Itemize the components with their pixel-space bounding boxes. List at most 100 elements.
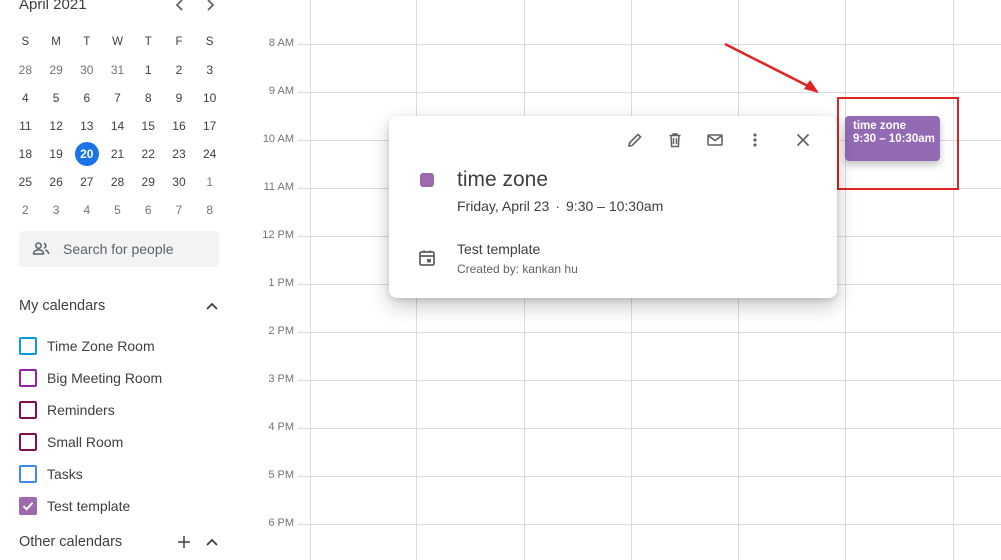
day-cell[interactable]: 29 bbox=[41, 58, 72, 82]
calendar-checkbox[interactable] bbox=[19, 337, 37, 355]
day-cell[interactable]: 2 bbox=[164, 58, 195, 82]
calendar-item[interactable]: Time Zone Room bbox=[19, 330, 229, 362]
calendar-item[interactable]: Reminders bbox=[19, 394, 229, 426]
day-cell[interactable]: 5 bbox=[41, 86, 72, 110]
day-cell[interactable]: 8 bbox=[194, 198, 225, 222]
calendar-checkbox[interactable] bbox=[19, 497, 37, 515]
more-options-button[interactable] bbox=[735, 128, 775, 152]
day-cell[interactable]: 24 bbox=[194, 142, 225, 166]
day-cell[interactable]: 18 bbox=[10, 142, 41, 166]
day-cell[interactable]: 15 bbox=[133, 114, 164, 138]
day-cell[interactable]: 22 bbox=[133, 142, 164, 166]
calendar-item[interactable]: Tasks bbox=[19, 458, 229, 490]
calendar-name: Test template bbox=[47, 498, 131, 514]
hour-gridline bbox=[298, 476, 1001, 477]
chevron-left-icon bbox=[175, 0, 183, 11]
day-cell[interactable]: 28 bbox=[10, 58, 41, 82]
search-people-input[interactable]: Search for people bbox=[19, 231, 219, 267]
day-cell[interactable]: 30 bbox=[164, 170, 195, 194]
sidebar: April 2021 S M T W T F S 28 29 30 31 1 2 3 4 5 6 7 8 9 10 11 1… bbox=[0, 0, 240, 560]
chevron-up-icon[interactable] bbox=[205, 299, 219, 313]
email-guests-button[interactable] bbox=[695, 128, 735, 152]
today-day-label: 20 bbox=[74, 142, 99, 166]
day-cell[interactable]: 6 bbox=[71, 86, 102, 110]
my-calendars-header[interactable]: My calendars bbox=[19, 294, 219, 318]
day-cell[interactable]: 9 bbox=[164, 86, 195, 110]
day-cell[interactable]: 29 bbox=[133, 170, 164, 194]
day-cell[interactable]: 19 bbox=[41, 142, 72, 166]
other-calendars-heading: Other calendars bbox=[19, 534, 123, 550]
day-cell[interactable]: 3 bbox=[41, 198, 72, 222]
calendar-item[interactable]: Test template bbox=[19, 490, 229, 522]
day-cell[interactable]: 17 bbox=[194, 114, 225, 138]
day-cell[interactable]: 10 bbox=[194, 86, 225, 110]
week-row: 11 12 13 14 15 16 17 bbox=[10, 112, 225, 140]
calendar-checkbox[interactable] bbox=[19, 369, 37, 387]
day-cell[interactable]: 1 bbox=[194, 170, 225, 194]
day-cell[interactable]: 12 bbox=[41, 114, 72, 138]
day-cell[interactable]: 31 bbox=[102, 58, 133, 82]
day-cell[interactable]: 6 bbox=[133, 198, 164, 222]
hour-gridline bbox=[298, 380, 1001, 381]
annotation-highlight-box bbox=[837, 97, 959, 190]
calendar-item[interactable]: Small Room bbox=[19, 426, 229, 458]
day-cell[interactable]: 4 bbox=[10, 86, 41, 110]
day-cell[interactable]: 21 bbox=[102, 142, 133, 166]
day-cell[interactable]: 28 bbox=[102, 170, 133, 194]
day-cell[interactable]: 27 bbox=[71, 170, 102, 194]
week-row: 25 26 27 28 29 30 1 bbox=[10, 168, 225, 196]
day-cell[interactable]: 7 bbox=[164, 198, 195, 222]
today-day-cell[interactable]: 20 bbox=[71, 142, 102, 166]
event-title: time zone bbox=[457, 168, 549, 191]
calendar-checkbox[interactable] bbox=[19, 465, 37, 483]
more-options-icon bbox=[753, 133, 757, 147]
weekday-header-row: SMTWTFS bbox=[10, 28, 225, 56]
chevron-up-icon[interactable] bbox=[205, 535, 219, 549]
hour-label: 11 AM bbox=[263, 181, 294, 193]
calendar-icon bbox=[419, 250, 435, 266]
calendar-name: Big Meeting Room bbox=[47, 370, 163, 386]
delete-event-button[interactable] bbox=[655, 128, 695, 152]
day-cell[interactable]: 26 bbox=[41, 170, 72, 194]
day-cell[interactable]: 11 bbox=[10, 114, 41, 138]
other-calendars-header[interactable]: Other calendars bbox=[19, 530, 219, 554]
previous-month-button[interactable] bbox=[169, 0, 191, 16]
week-row: 28 29 30 31 1 2 3 bbox=[10, 56, 225, 84]
weekday-label: M bbox=[51, 36, 61, 48]
day-cell[interactable]: 7 bbox=[102, 86, 133, 110]
day-cell[interactable]: 25 bbox=[10, 170, 41, 194]
close-popup-button[interactable] bbox=[783, 128, 823, 152]
hour-label: 1 PM bbox=[268, 277, 294, 289]
day-cell[interactable]: 5 bbox=[102, 198, 133, 222]
day-cell[interactable]: 1 bbox=[133, 58, 164, 82]
day-cell[interactable]: 3 bbox=[194, 58, 225, 82]
weekday-label: F bbox=[175, 36, 183, 48]
week-row: 18 19 20 21 22 23 24 bbox=[10, 140, 225, 168]
next-month-button[interactable] bbox=[199, 0, 221, 16]
hour-label: 4 PM bbox=[268, 421, 294, 433]
day-cell[interactable]: 8 bbox=[133, 86, 164, 110]
calendar-checkbox[interactable] bbox=[19, 433, 37, 451]
week-row: 4 5 6 7 8 9 10 bbox=[10, 84, 225, 112]
hour-label: 7 AM bbox=[240, 0, 294, 1]
day-cell[interactable]: 2 bbox=[10, 198, 41, 222]
hour-label: 2 PM bbox=[268, 325, 294, 337]
day-cell[interactable]: 14 bbox=[102, 114, 133, 138]
day-cell[interactable]: 23 bbox=[164, 142, 195, 166]
day-cell[interactable]: 30 bbox=[71, 58, 102, 82]
calendar-item[interactable]: Big Meeting Room bbox=[19, 362, 229, 394]
event-color-swatch bbox=[420, 173, 434, 187]
search-people-placeholder: Search for people bbox=[63, 241, 174, 257]
day-cell[interactable]: 13 bbox=[71, 114, 102, 138]
edit-event-button[interactable] bbox=[615, 128, 655, 152]
calendar-checkbox[interactable] bbox=[19, 401, 37, 419]
day-cell[interactable]: 16 bbox=[164, 114, 195, 138]
email-icon bbox=[707, 134, 723, 146]
add-icon[interactable] bbox=[177, 535, 191, 549]
check-icon bbox=[22, 502, 34, 511]
day-cell[interactable]: 4 bbox=[71, 198, 102, 222]
chevron-right-icon bbox=[207, 0, 215, 11]
mini-calendar-header: April 2021 bbox=[19, 0, 229, 18]
hour-gridline bbox=[298, 44, 1001, 45]
hour-label: 3 PM bbox=[268, 373, 294, 385]
